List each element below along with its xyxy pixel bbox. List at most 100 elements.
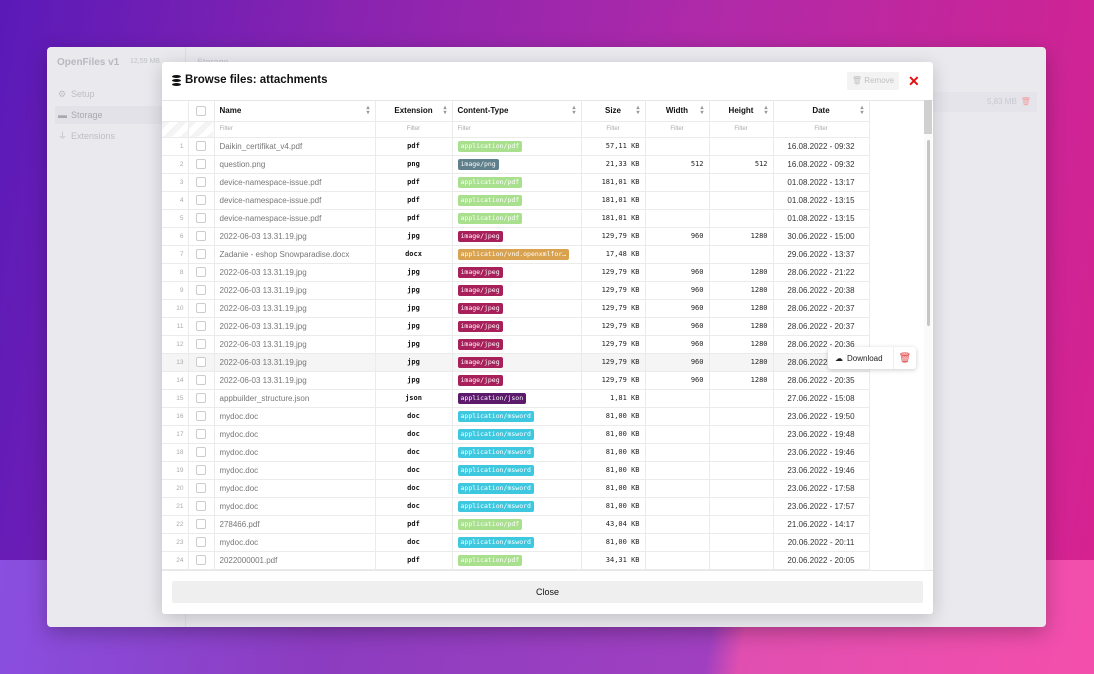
table-row[interactable]: 13 2022-06-03 13.31.19.jpg jpg image/jpeg 12… — [162, 353, 870, 372]
row-checkbox[interactable] — [196, 159, 206, 169]
table-row[interactable]: 6 2022-06-03 13.31.19.jpg jpg image/jpeg 129… — [162, 227, 870, 246]
table-row[interactable]: 22 278466.pdf pdf application/pdf 43,04 KB 21… — [162, 515, 870, 534]
row-checkbox[interactable] — [196, 285, 206, 295]
image-width — [645, 515, 710, 534]
image-width — [645, 209, 710, 228]
row-checkbox[interactable] — [196, 231, 206, 241]
column-header-name[interactable]: Name ▴ ▾ — [214, 101, 376, 122]
row-number: 22 — [162, 515, 189, 534]
row-checkbox[interactable] — [196, 195, 206, 205]
remove-button[interactable]: 🗑 Remove — [847, 72, 899, 90]
storage-row[interactable]: 5,83 MB 🗑 — [927, 92, 1037, 112]
table-row[interactable]: 8 2022-06-03 13.31.19.jpg jpg image/jpeg 129… — [162, 263, 870, 282]
row-checkbox[interactable] — [196, 555, 206, 565]
close-button[interactable]: Close — [172, 581, 923, 603]
file-name: 2022-06-03 13.31.19.jpg — [214, 317, 376, 336]
filter-blank — [188, 121, 215, 138]
file-size: 17,48 KB — [581, 245, 646, 264]
row-select — [188, 245, 215, 264]
table-row[interactable]: 9 2022-06-03 13.31.19.jpg jpg image/jpeg 129… — [162, 281, 870, 300]
row-checkbox[interactable] — [196, 321, 206, 331]
delete-icon[interactable]: 🗑 — [894, 353, 916, 364]
file-extension: jpg — [375, 263, 453, 282]
table-row[interactable]: 11 2022-06-03 13.31.19.jpg jpg image/jpeg 12… — [162, 317, 870, 336]
content-type-badge: application/msword — [457, 464, 534, 476]
content-type-cell: application/pdf — [452, 209, 582, 228]
image-height — [709, 407, 774, 426]
table-row[interactable]: 19 mydoc.doc doc application/msword 81,00 KB… — [162, 461, 870, 480]
row-select — [188, 461, 215, 480]
table-row[interactable]: 14 2022-06-03 13.31.19.jpg jpg image/jpeg 12… — [162, 371, 870, 390]
content-type-badge: application/msword — [457, 428, 534, 440]
download-button[interactable]: ☁ Download — [828, 347, 894, 369]
row-checkbox[interactable] — [196, 249, 206, 259]
row-checkbox[interactable] — [196, 375, 206, 385]
filter-width[interactable]: Filter — [645, 121, 710, 138]
content-type-badge: application/msword — [457, 446, 534, 458]
row-checkbox[interactable] — [196, 357, 206, 367]
table-row[interactable]: 21 mydoc.doc doc application/msword 81,00 KB… — [162, 497, 870, 516]
filter-date[interactable]: Filter — [773, 121, 870, 138]
close-icon[interactable]: ✕ — [908, 72, 920, 90]
row-checkbox[interactable] — [196, 411, 206, 421]
row-checkbox[interactable] — [196, 447, 206, 457]
file-size: 81,00 KB — [581, 443, 646, 462]
file-name: 2022-06-03 13.31.19.jpg — [214, 227, 376, 246]
column-header-date[interactable]: Date ▴ ▾ — [773, 101, 870, 122]
table-row[interactable]: 24 2022000001.pdf pdf application/pdf 34,31 … — [162, 551, 870, 570]
filter-height[interactable]: Filter — [709, 121, 774, 138]
table-row[interactable]: 23 mydoc.doc doc application/msword 81,00 KB… — [162, 533, 870, 552]
file-name: mydoc.doc — [214, 443, 376, 462]
file-date: 23.06.2022 - 19:46 — [773, 461, 870, 480]
row-checkbox[interactable] — [196, 537, 206, 547]
row-checkbox[interactable] — [196, 339, 206, 349]
select-all-checkbox[interactable] — [196, 105, 206, 116]
file-size: 43,04 KB — [581, 515, 646, 534]
scrollbar-thumb[interactable] — [927, 140, 930, 326]
table-row[interactable]: 20 mydoc.doc doc application/msword 81,00 KB… — [162, 479, 870, 498]
file-size: 129,79 KB — [581, 371, 646, 390]
row-checkbox[interactable] — [196, 429, 206, 439]
filter-content-type[interactable]: Filter — [452, 121, 582, 138]
table-row[interactable]: 1 Daikin_certifikat_v4.pdf pdf application/… — [162, 137, 870, 156]
rownum-header — [162, 101, 189, 122]
image-height — [709, 443, 774, 462]
image-width: 960 — [645, 353, 710, 372]
row-select — [188, 299, 215, 318]
row-checkbox[interactable] — [196, 267, 206, 277]
trash-icon[interactable]: 🗑 — [1021, 97, 1031, 106]
database-icon — [172, 74, 181, 86]
filter-extension[interactable]: Filter — [375, 121, 453, 138]
filter-name[interactable]: Filter — [214, 121, 376, 138]
table-row[interactable]: 15 appbuilder_structure.json json applicati… — [162, 389, 870, 408]
row-checkbox[interactable] — [196, 177, 206, 187]
row-checkbox[interactable] — [196, 483, 206, 493]
row-checkbox[interactable] — [196, 501, 206, 511]
table-row[interactable]: 4 device-namespace-issue.pdf pdf applicatio… — [162, 191, 870, 210]
table-row[interactable]: 17 mydoc.doc doc application/msword 81,00 KB… — [162, 425, 870, 444]
table-row[interactable]: 5 device-namespace-issue.pdf pdf applicatio… — [162, 209, 870, 228]
row-checkbox[interactable] — [196, 213, 206, 223]
file-date: 28.06.2022 - 20:37 — [773, 299, 870, 318]
table-row[interactable]: 3 device-namespace-issue.pdf pdf applicatio… — [162, 173, 870, 192]
column-header-height[interactable]: Height ▴ ▾ — [709, 101, 774, 122]
row-checkbox[interactable] — [196, 393, 206, 403]
table-row[interactable]: 2 question.png png image/png 21,33 KB 512 512 1… — [162, 155, 870, 174]
table-row[interactable]: 10 2022-06-03 13.31.19.jpg jpg image/jpeg 12… — [162, 299, 870, 318]
content-type-badge: application/pdf — [457, 194, 523, 206]
row-number: 4 — [162, 191, 189, 210]
row-checkbox[interactable] — [196, 303, 206, 313]
column-header-content-type[interactable]: Content-Type ▴ ▾ — [452, 101, 582, 122]
row-checkbox[interactable] — [196, 519, 206, 529]
row-checkbox[interactable] — [196, 465, 206, 475]
table-row[interactable]: 18 mydoc.doc doc application/msword 81,00 KB… — [162, 443, 870, 462]
row-select — [188, 137, 215, 156]
filter-size[interactable]: Filter — [581, 121, 646, 138]
column-header-width[interactable]: Width ▴ ▾ — [645, 101, 710, 122]
table-row[interactable]: 7 Zadanie - eshop Snowparadise.docx docx ap… — [162, 245, 870, 264]
row-checkbox[interactable] — [196, 141, 206, 151]
column-header-extension[interactable]: Extension ▴ ▾ — [375, 101, 453, 122]
column-header-size[interactable]: Size ▴ ▾ — [581, 101, 646, 122]
table-row[interactable]: 12 2022-06-03 13.31.19.jpg jpg image/jpeg 12… — [162, 335, 870, 354]
table-row[interactable]: 16 mydoc.doc doc application/msword 81,00 KB… — [162, 407, 870, 426]
